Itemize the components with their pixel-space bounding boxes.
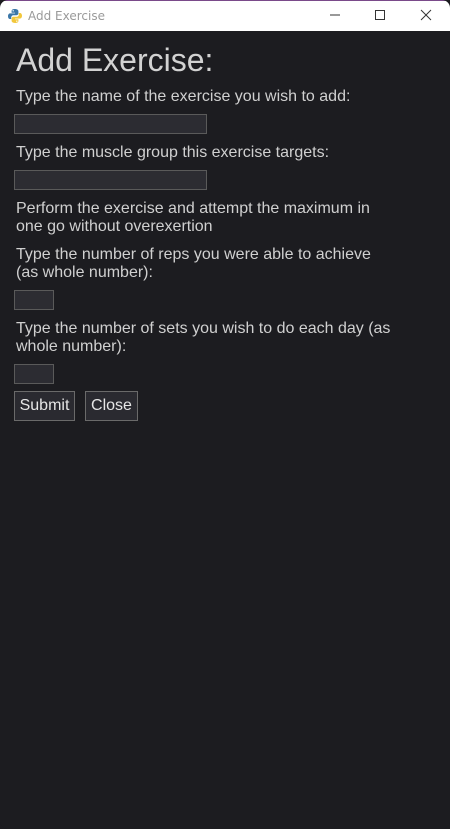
add-exercise-window: Add Exercise Add Exercise: Type the name… bbox=[0, 0, 450, 829]
close-button[interactable]: Close bbox=[85, 391, 138, 421]
muscle-group-input[interactable] bbox=[14, 170, 207, 190]
close-icon bbox=[420, 8, 432, 26]
form-area: Add Exercise: Type the name of the exerc… bbox=[0, 31, 450, 829]
sets-label: Type the number of sets you wish to do e… bbox=[16, 320, 391, 355]
minimize-icon bbox=[329, 8, 341, 26]
minimize-button[interactable] bbox=[312, 2, 358, 31]
window-title: Add Exercise bbox=[28, 9, 105, 23]
close-window-button[interactable] bbox=[403, 2, 449, 31]
python-icon bbox=[7, 8, 23, 24]
title-bar[interactable]: Add Exercise bbox=[0, 1, 450, 31]
submit-button[interactable]: Submit bbox=[14, 391, 75, 421]
page-title: Add Exercise: bbox=[16, 42, 214, 78]
maximize-icon bbox=[374, 8, 386, 26]
exercise-name-label: Type the name of the exercise you wish t… bbox=[16, 88, 351, 105]
reps-label: Type the number of reps you were able to… bbox=[16, 246, 371, 281]
reps-input[interactable] bbox=[14, 290, 54, 310]
exercise-name-input[interactable] bbox=[14, 114, 207, 134]
muscle-group-label: Type the muscle group this exercise targ… bbox=[16, 144, 330, 161]
instruction-text: Perform the exercise and attempt the max… bbox=[16, 200, 370, 235]
sets-input[interactable] bbox=[14, 364, 54, 384]
maximize-button[interactable] bbox=[357, 2, 403, 31]
